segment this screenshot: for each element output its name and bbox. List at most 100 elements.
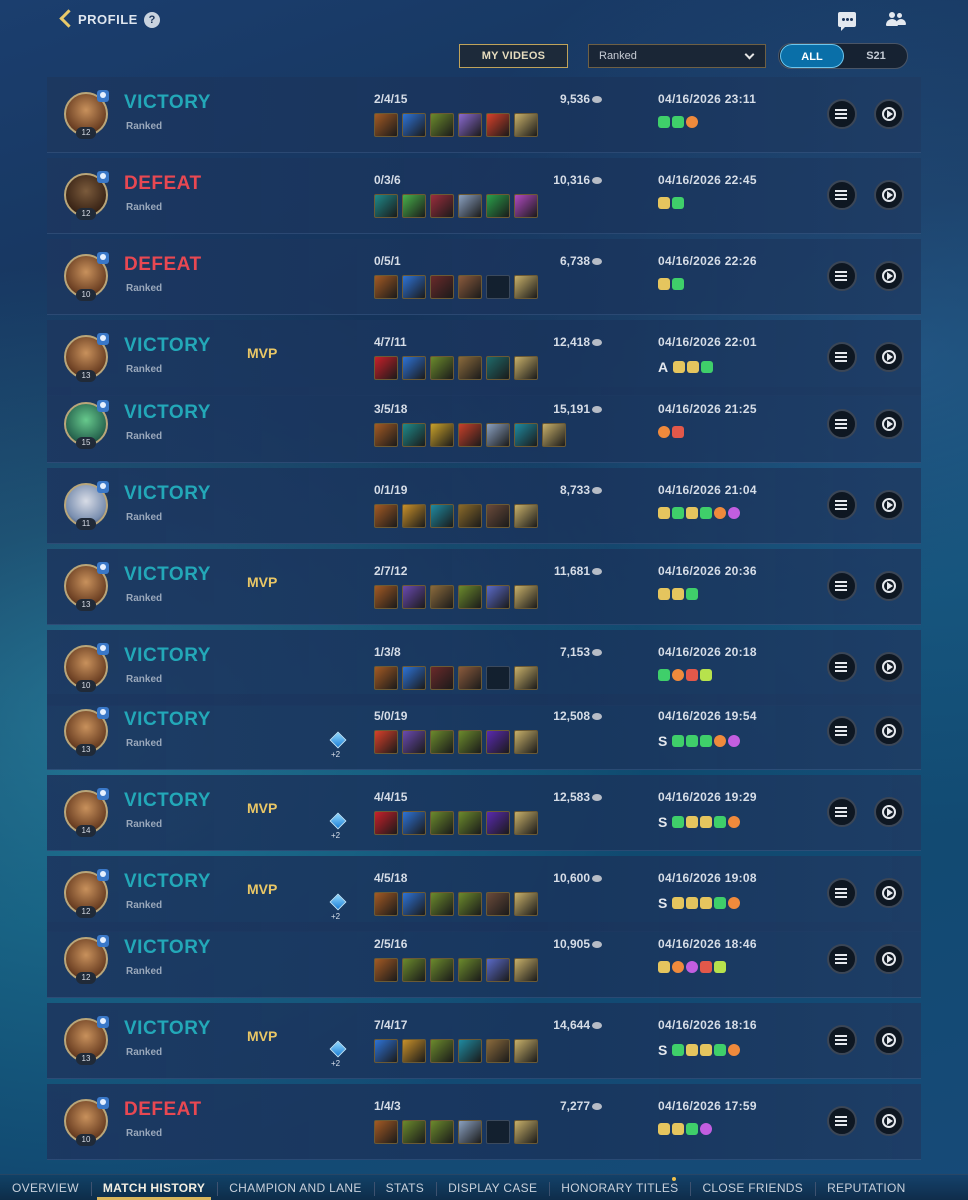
replay-button[interactable] [874,342,904,372]
item-slot[interactable] [374,1120,398,1144]
match-details-button[interactable] [827,261,857,291]
item-slot[interactable] [486,730,510,754]
item-slot[interactable] [402,958,426,982]
item-slot-empty[interactable] [486,275,510,299]
replay-button[interactable] [874,716,904,746]
item-slot[interactable] [458,892,482,916]
item-slot[interactable] [402,730,426,754]
item-slot[interactable] [458,356,482,380]
item-slot[interactable] [458,730,482,754]
match-details-button[interactable] [827,99,857,129]
item-slot[interactable] [402,423,426,447]
tab-champion-and-lane[interactable]: CHAMPION AND LANE [217,1181,373,1196]
replay-button[interactable] [874,878,904,908]
match-details-button[interactable] [827,797,857,827]
replay-button[interactable] [874,571,904,601]
item-slot[interactable] [458,1039,482,1063]
item-slot[interactable] [374,1039,398,1063]
match-row[interactable]: 12 VICTORY Ranked 2/4/15 9,536 04/16/2026 23:… [47,77,921,153]
match-details-button[interactable] [827,652,857,682]
back-to-profile[interactable]: PROFILE [58,10,138,28]
item-slot[interactable] [374,275,398,299]
item-slot[interactable] [542,423,566,447]
replay-button[interactable] [874,409,904,439]
item-slot[interactable] [458,811,482,835]
replay-button[interactable] [874,1106,904,1136]
item-slot[interactable] [374,113,398,137]
match-details-button[interactable] [827,409,857,439]
item-slot[interactable] [486,194,510,218]
item-slot[interactable] [374,585,398,609]
item-slot[interactable] [374,958,398,982]
tab-reputation[interactable]: REPUTATION [815,1181,918,1196]
item-slot[interactable] [430,1039,454,1063]
item-slot[interactable] [430,356,454,380]
replay-button[interactable] [874,652,904,682]
item-slot[interactable] [402,1039,426,1063]
item-slot[interactable] [430,113,454,137]
item-slot[interactable] [374,504,398,528]
tab-overview[interactable]: OVERVIEW [0,1181,91,1195]
item-slot[interactable] [514,275,538,299]
match-details-button[interactable] [827,490,857,520]
match-details-button[interactable] [827,944,857,974]
item-slot[interactable] [402,1120,426,1144]
item-slot[interactable] [430,275,454,299]
item-slot[interactable] [430,958,454,982]
item-slot[interactable] [402,585,426,609]
item-slot[interactable] [486,423,510,447]
item-slot[interactable] [514,811,538,835]
match-row[interactable]: 10 DEFEAT Ranked 1/4/3 7,277 04/16/2026 17:59 [47,1084,921,1160]
replay-button[interactable] [874,180,904,210]
match-details-button[interactable] [827,342,857,372]
item-slot[interactable] [514,356,538,380]
item-slot[interactable] [514,730,538,754]
item-slot[interactable] [486,585,510,609]
item-slot[interactable] [374,356,398,380]
match-details-button[interactable] [827,878,857,908]
item-slot[interactable] [374,892,398,916]
tab-close-friends[interactable]: CLOSE FRIENDS [690,1181,815,1196]
chat-icon[interactable] [838,12,856,31]
replay-button[interactable] [874,1025,904,1055]
filter-season[interactable]: S21 [845,44,907,68]
item-slot[interactable] [430,811,454,835]
item-slot[interactable] [430,892,454,916]
replay-button[interactable] [874,944,904,974]
item-slot[interactable] [514,892,538,916]
replay-button[interactable] [874,99,904,129]
item-slot[interactable] [402,666,426,690]
item-slot[interactable] [430,1120,454,1144]
item-slot[interactable] [402,892,426,916]
my-videos-button[interactable]: MY VIDEOS [459,44,568,68]
match-details-button[interactable] [827,1025,857,1055]
item-slot[interactable] [486,504,510,528]
item-slot[interactable] [458,1120,482,1144]
match-details-button[interactable] [827,1106,857,1136]
tab-match-history[interactable]: MATCH HISTORY [90,1181,217,1200]
item-slot[interactable] [458,275,482,299]
item-slot[interactable] [486,958,510,982]
tab-honorary-titles[interactable]: HONORARY TITLES [549,1176,690,1196]
item-slot[interactable] [374,730,398,754]
friends-icon[interactable] [886,11,906,27]
tab-stats[interactable]: STATS [373,1181,436,1196]
item-slot[interactable] [458,585,482,609]
item-slot[interactable] [374,423,398,447]
item-slot[interactable] [402,811,426,835]
replay-button[interactable] [874,490,904,520]
match-row[interactable]: 12 VICTORY Ranked 2/5/16 10,905 04/16/2026 18… [47,922,921,998]
item-slot[interactable] [514,194,538,218]
item-slot[interactable] [514,504,538,528]
item-slot[interactable] [458,113,482,137]
match-details-button[interactable] [827,571,857,601]
match-row[interactable]: 12 VICTORY Ranked MVP +2 4/5/18 10,600 04/16/20… [47,856,921,932]
item-slot-empty[interactable] [486,1120,510,1144]
filter-all[interactable]: ALL [780,44,844,68]
mode-filter-select[interactable]: Ranked [588,44,766,68]
item-slot[interactable] [486,113,510,137]
item-slot[interactable] [402,113,426,137]
item-slot[interactable] [458,958,482,982]
replay-button[interactable] [874,261,904,291]
match-row[interactable]: 13 VICTORY Ranked +2 5/0/19 12,508 04/16/2026 … [47,694,921,770]
